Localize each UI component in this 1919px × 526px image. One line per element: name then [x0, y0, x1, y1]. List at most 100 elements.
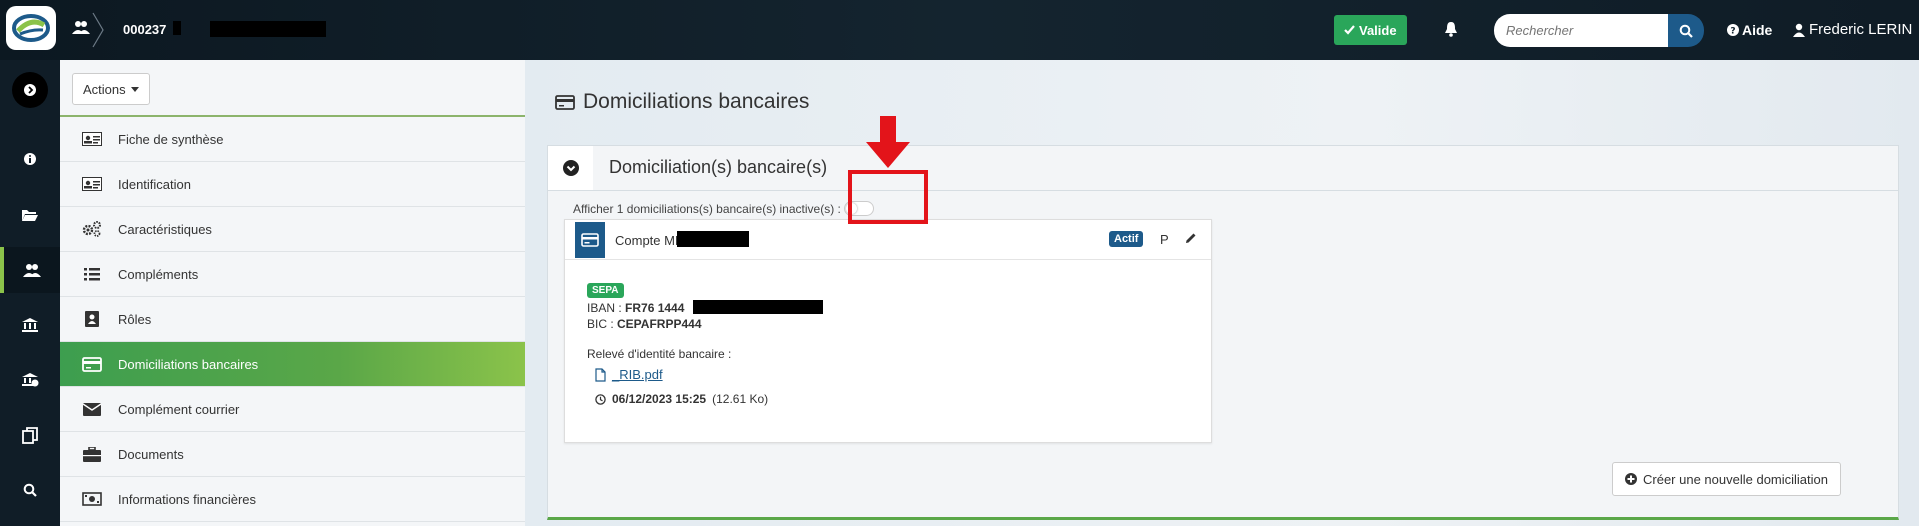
search-icon — [23, 483, 37, 497]
bank-icon — [21, 317, 39, 333]
plus-circle-icon — [1625, 473, 1637, 485]
briefcase-icon — [80, 446, 104, 462]
bank-money-icon — [21, 372, 39, 388]
svg-text:?: ? — [1730, 27, 1735, 37]
panel-header: Domiciliation(s) bancaire(s) — [548, 146, 1898, 191]
file-name: _RIB.pdf — [612, 367, 663, 382]
rail-item-search[interactable] — [0, 467, 60, 513]
collapse-panel-button[interactable] — [548, 146, 593, 190]
bank-account-card: Compte MME Actif P SEPA IBAN : FR76 1444… — [564, 219, 1212, 443]
id-card-icon — [80, 132, 104, 146]
nav-item-fiche-synthese[interactable]: Fiche de synthèse — [60, 117, 525, 162]
chevron-down-circle-icon — [562, 160, 579, 176]
copy-documents-icon — [22, 426, 38, 444]
create-label: Créer une nouvelle domiciliation — [1643, 471, 1828, 487]
nav-label: Fiche de synthèse — [118, 131, 224, 147]
rail-item-users[interactable] — [0, 247, 60, 293]
panel-title: Domiciliation(s) bancaire(s) — [609, 157, 828, 177]
iban-label: IBAN : — [587, 301, 622, 315]
nav-item-roles[interactable]: Rôles — [60, 297, 525, 342]
nav-label: Documents — [118, 446, 184, 462]
credit-card-icon — [555, 94, 575, 110]
entity-id: 000237 — [123, 22, 167, 37]
nav-item-documents[interactable]: Documents — [60, 432, 525, 477]
nav-item-caracteristiques[interactable]: Caractéristiques — [60, 207, 525, 252]
redacted-iban — [693, 300, 823, 314]
user-name: Frederic LERIN — [1809, 21, 1913, 38]
nav-item-complement-courrier[interactable]: Complément courrier — [60, 387, 525, 432]
list-icon — [80, 267, 104, 281]
help-label: Aide — [1742, 22, 1773, 38]
folder-open-icon — [22, 209, 38, 222]
paypal-p-icon[interactable]: P — [1160, 232, 1169, 247]
bic-line: BIC : CEPAFRPP444 — [587, 317, 702, 331]
main-content: Domiciliations bancaires Domiciliation(s… — [525, 60, 1919, 526]
check-icon — [1344, 25, 1355, 35]
breadcrumb-chevron-icon — [92, 12, 104, 48]
info-circle-icon — [23, 152, 37, 166]
help-link[interactable]: ? Aide — [1727, 22, 1772, 38]
page-title: Domiciliations bancaires — [555, 90, 809, 114]
user-menu[interactable]: Frederic LERIN — [1793, 21, 1912, 38]
rail-item-documents[interactable] — [0, 412, 60, 458]
redacted-name — [210, 21, 326, 37]
rail-item-info[interactable] — [0, 136, 60, 182]
card-header: Compte MME Actif P — [565, 220, 1211, 260]
nav-label: Identification — [118, 176, 191, 192]
rail-item-bank-money[interactable] — [0, 357, 60, 403]
inactive-filter-label: Afficher 1 domiciliations(s) bancaire(s)… — [573, 201, 841, 216]
actions-label: Actions — [83, 81, 126, 97]
role-icon — [80, 311, 104, 327]
redacted-account-name — [677, 231, 749, 247]
pencil-icon[interactable] — [1185, 232, 1197, 244]
arrow-down-icon — [866, 116, 910, 168]
nav-label: Rôles — [118, 311, 152, 327]
rail-item-folders[interactable] — [0, 192, 60, 238]
bic-value: CEPAFRPP444 — [617, 317, 702, 331]
rib-file-link[interactable]: _RIB.pdf — [595, 367, 663, 382]
nav-item-domiciliations-bancaires[interactable]: Domiciliations bancaires — [60, 342, 525, 387]
expand-rail-button[interactable] — [12, 72, 48, 108]
file-date-line: 06/12/2023 15:25 (12.61 Ko) — [595, 392, 768, 406]
create-domiciliation-button[interactable]: Créer une nouvelle domiciliation — [1612, 462, 1841, 496]
bell-icon[interactable] — [1444, 21, 1458, 37]
users-icon — [23, 263, 41, 278]
iban-value: FR76 1444 — [625, 301, 685, 315]
cogs-icon — [80, 221, 104, 237]
nav-item-complements[interactable]: Compléments — [60, 252, 525, 297]
status-badge: Actif — [1109, 231, 1144, 247]
clock-icon — [595, 393, 606, 405]
chevron-right-circle-icon — [24, 84, 36, 96]
actions-dropdown-button[interactable]: Actions — [72, 73, 150, 105]
credit-card-icon — [575, 222, 605, 258]
search-icon — [1679, 24, 1693, 38]
bic-label: BIC : — [587, 317, 614, 331]
top-bar: 000237 Valide ? Aide Frederic LERIN — [0, 0, 1919, 60]
iban-line: IBAN : FR76 1444 — [587, 301, 684, 315]
inactive-filter: Afficher 1 domiciliations(s) bancaire(s)… — [573, 201, 874, 216]
nav-item-informations-financieres[interactable]: Informations financières — [60, 477, 525, 522]
sepa-badge: SEPA — [587, 283, 624, 298]
redacted-block — [173, 21, 181, 35]
search-button[interactable] — [1668, 14, 1704, 47]
page-title-text: Domiciliations bancaires — [583, 90, 810, 113]
nav-label: Caractéristiques — [118, 221, 212, 237]
search-input[interactable] — [1494, 14, 1668, 47]
rail-item-bank[interactable] — [0, 302, 60, 348]
id-card-icon — [80, 177, 104, 191]
envelope-icon — [80, 402, 104, 416]
valide-button[interactable]: Valide — [1334, 15, 1407, 45]
file-date: 06/12/2023 15:25 — [612, 392, 707, 406]
app-logo[interactable] — [6, 6, 56, 50]
credit-card-icon — [80, 356, 104, 372]
icon-rail — [0, 60, 60, 526]
nav-item-identification[interactable]: Identification — [60, 162, 525, 207]
file-size: (12.61 Ko) — [712, 392, 769, 406]
nav-label: Complément courrier — [118, 401, 240, 417]
nav-label: Compléments — [118, 266, 199, 282]
file-icon — [595, 367, 606, 382]
highlight-box — [848, 170, 928, 224]
secondary-nav: Actions Fiche de synthèse Identification… — [60, 60, 525, 526]
valide-label: Valide — [1359, 22, 1397, 38]
caret-down-icon — [130, 86, 139, 92]
